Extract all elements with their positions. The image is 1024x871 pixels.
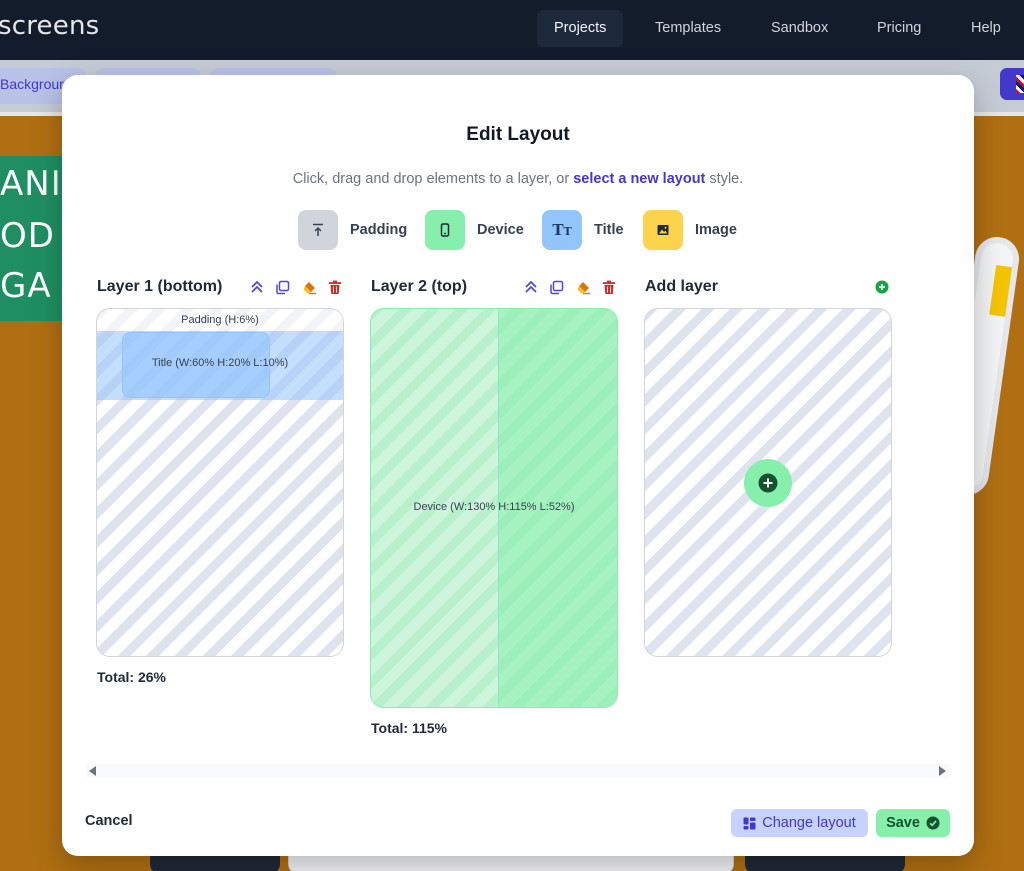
change-layout-button[interactable]: Change layout xyxy=(731,809,868,837)
delete-layer-icon[interactable] xyxy=(600,278,618,296)
horizontal-scrollbar[interactable] xyxy=(86,764,950,778)
eraser-icon[interactable] xyxy=(300,278,318,296)
canvas-title-block: ANI OD GA xyxy=(0,156,62,321)
change-layout-label: Change layout xyxy=(762,815,856,831)
element-device[interactable]: Device xyxy=(425,210,524,250)
element-title[interactable]: TT Title xyxy=(542,210,624,250)
save-label: Save xyxy=(886,815,920,831)
layer-2-title: Layer 2 (top) xyxy=(371,278,468,295)
element-label: Image xyxy=(695,222,737,238)
title-element-label: Title (W:60% H:20% L:10%) xyxy=(151,357,289,369)
element-padding[interactable]: Padding xyxy=(298,210,407,250)
save-button[interactable]: Save xyxy=(876,809,950,837)
element-label: Device xyxy=(477,222,524,238)
padding-element[interactable]: Padding (H:6%) xyxy=(97,309,343,331)
check-circle-icon xyxy=(926,816,940,830)
cancel-button[interactable]: Cancel xyxy=(85,813,133,829)
nav-pricing[interactable]: Pricing xyxy=(860,10,938,47)
canvas-text: ANI xyxy=(0,164,62,204)
add-layer-plus-icon[interactable] xyxy=(873,278,891,296)
delete-layer-icon[interactable] xyxy=(326,278,344,296)
padding-icon xyxy=(298,210,338,250)
duplicate-layer-icon[interactable] xyxy=(547,278,565,296)
move-layer-up-icon[interactable] xyxy=(522,278,540,296)
element-image[interactable]: Image xyxy=(643,210,737,250)
layout-icon xyxy=(743,817,756,829)
modal-subtitle: Click, drag and drop elements to a layer… xyxy=(62,171,974,187)
plus-icon xyxy=(758,473,778,493)
layer-1-title: Layer 1 (bottom) xyxy=(97,278,223,295)
image-icon xyxy=(643,210,683,250)
nav-sandbox[interactable]: Sandbox xyxy=(754,10,845,47)
device-icon xyxy=(425,210,465,250)
add-layer-title: Add layer xyxy=(645,278,718,295)
device-element-label: Device (W:130% H:115% L:52%) xyxy=(413,501,575,513)
select-layout-link[interactable]: select a new layout xyxy=(573,171,705,187)
top-nav: screens Projects Templates Sandbox Prici… xyxy=(0,0,1024,60)
eraser-icon[interactable] xyxy=(574,278,592,296)
text-icon: TT xyxy=(542,210,582,250)
edit-layout-modal: Edit Layout Click, drag and drop element… xyxy=(62,75,974,856)
move-layer-up-icon[interactable] xyxy=(248,278,266,296)
layer-1-canvas[interactable]: Padding (H:6%) Title (W:60% H:20% L:10%) xyxy=(96,308,344,657)
layer-2-canvas[interactable]: Device (W:130% H:115% L:52%) xyxy=(370,308,618,708)
nav-templates[interactable]: Templates xyxy=(638,10,738,47)
add-layer-canvas[interactable] xyxy=(644,308,892,657)
nav-help[interactable]: Help xyxy=(954,10,1018,47)
brand-logo[interactable]: screens xyxy=(0,11,99,41)
subtitle-text: Click, drag and drop elements to a layer… xyxy=(292,171,574,187)
padding-element-label: Padding (H:6%) xyxy=(181,314,259,326)
subtitle-text: style. xyxy=(705,171,744,187)
duplicate-layer-icon[interactable] xyxy=(273,278,291,296)
add-layer-button[interactable] xyxy=(744,459,792,507)
language-flag-button[interactable] xyxy=(1000,68,1024,100)
element-label: Title xyxy=(594,222,624,238)
scroll-left-icon[interactable] xyxy=(89,766,96,776)
modal-title: Edit Layout xyxy=(466,124,570,145)
canvas-text: GA xyxy=(0,266,52,306)
canvas-text: OD xyxy=(0,216,55,256)
element-label: Padding xyxy=(350,222,408,238)
nav-projects[interactable]: Projects xyxy=(537,10,624,47)
layer-2-total: Total: 115% xyxy=(371,720,447,736)
scroll-right-icon[interactable] xyxy=(939,766,946,776)
layer-1-total: Total: 26% xyxy=(97,669,166,685)
